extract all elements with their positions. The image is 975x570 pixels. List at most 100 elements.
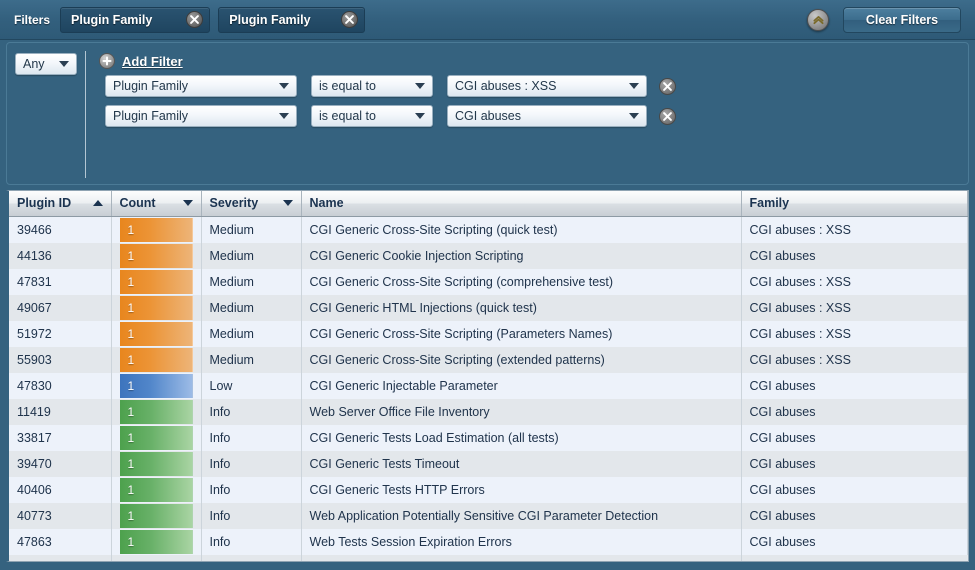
cell-plugin-id: 47863 [9, 528, 112, 555]
column-header-severity[interactable]: Severity [201, 191, 302, 217]
filter-row-1-field-value: Plugin Family [113, 79, 189, 93]
filter-row-1-operator-select[interactable]: is equal to [311, 75, 433, 97]
cell-family: CGI abuses : XSS [741, 294, 968, 321]
filters-toolbar: Filters Plugin Family Plugin Family Clea… [0, 0, 975, 40]
filler-cell [201, 554, 302, 561]
chevron-down-icon [629, 83, 639, 89]
filter-chip-1-label: Plugin Family [71, 12, 153, 27]
cell-plugin-id: 47831 [9, 268, 112, 295]
add-filter-link[interactable]: Add Filter [122, 54, 183, 69]
column-header-plugin-id-label: Plugin ID [17, 196, 72, 211]
match-mode-select[interactable]: Any [15, 53, 77, 75]
filter-row-2-remove-icon[interactable] [659, 107, 676, 125]
cell-name: CGI Generic Cross-Site Scripting (quick … [301, 216, 742, 243]
cell-plugin-id: 40773 [9, 502, 112, 529]
table-row[interactable]: 11419 1 Info Web Server Office File Invento… [9, 398, 968, 425]
panel-divider [85, 51, 86, 178]
cell-severity: Info [201, 450, 302, 477]
filter-row-2-value-select[interactable]: CGI abuses [447, 105, 647, 127]
cell-name: CGI Generic Injectable Parameter [301, 372, 742, 399]
cell-name: CGI Generic Cross-Site Scripting (compre… [301, 268, 742, 295]
filter-chip-1-remove-icon[interactable] [186, 11, 204, 28]
cell-family: CGI abuses [741, 502, 968, 529]
cell-severity: Medium [201, 346, 302, 373]
table-row[interactable]: 44136 1 Medium CGI Generic Cookie Injection… [9, 242, 968, 269]
cell-severity: Low [201, 372, 302, 399]
cell-family: CGI abuses [741, 450, 968, 477]
cell-plugin-id: 55903 [9, 346, 112, 373]
add-filter-row: Add Filter [99, 53, 968, 69]
table-row[interactable]: 39470 1 Info CGI Generic Tests Timeout CGI a… [9, 450, 968, 477]
cell-count: 1 [111, 346, 202, 373]
cell-family: CGI abuses [741, 476, 968, 503]
filter-chip-2-remove-icon[interactable] [340, 11, 358, 28]
cell-family: CGI abuses [741, 398, 968, 425]
column-header-family[interactable]: Family [741, 191, 968, 217]
table-row[interactable]: 47831 1 Medium CGI Generic Cross-Site Scrip… [9, 268, 968, 295]
cell-plugin-id: 39470 [9, 450, 112, 477]
count-bar: 1 [119, 451, 193, 476]
chevron-down-icon [415, 113, 425, 119]
table-row[interactable]: 51972 1 Medium CGI Generic Cross-Site Scrip… [9, 320, 968, 347]
cell-count: 1 [111, 372, 202, 399]
chevron-up-circle-icon[interactable] [807, 8, 829, 31]
cell-plugin-id: 49067 [9, 294, 112, 321]
clear-filters-button[interactable]: Clear Filters [843, 6, 961, 33]
cell-count: 1 [111, 216, 202, 243]
filter-chip-1[interactable]: Plugin Family [60, 6, 211, 33]
table-row[interactable]: 49067 1 Medium CGI Generic HTML Injections … [9, 294, 968, 321]
table-row[interactable]: 40406 1 Info CGI Generic Tests HTTP Errors C… [9, 476, 968, 503]
cell-severity: Medium [201, 294, 302, 321]
sort-asc-icon [92, 200, 103, 207]
table-row[interactable]: 39466 1 Medium CGI Generic Cross-Site Scrip… [9, 216, 968, 243]
chevron-down-icon [415, 83, 425, 89]
cell-name: CGI Generic HTML Injections (quick test) [301, 294, 742, 321]
cell-name: Web Application Potentially Sensitive CG… [301, 502, 742, 529]
count-bar: 1 [119, 269, 193, 294]
cell-count: 1 [111, 268, 202, 295]
cell-plugin-id: 44136 [9, 242, 112, 269]
match-mode-area: Any [7, 43, 85, 184]
filter-row-1-operator-value: is equal to [319, 79, 376, 93]
column-header-count-label: Count [119, 196, 156, 211]
column-header-plugin-id[interactable]: Plugin ID [9, 191, 112, 217]
cell-count: 1 [111, 502, 202, 529]
filter-row-1-value-select[interactable]: CGI abuses : XSS [447, 75, 647, 97]
count-bar: 1 [119, 399, 193, 424]
cell-count: 1 [111, 242, 202, 269]
cell-name: CGI Generic Cookie Injection Scripting [301, 242, 742, 269]
filter-chip-2[interactable]: Plugin Family [218, 6, 365, 33]
cell-name: CGI Generic Tests Load Estimation (all t… [301, 424, 742, 451]
count-bar: 1 [119, 373, 193, 398]
cell-family: CGI abuses [741, 424, 968, 451]
sort-desc-icon [182, 200, 193, 207]
filter-row-2-field-value: Plugin Family [113, 109, 189, 123]
filter-row-2-field-select[interactable]: Plugin Family [105, 105, 297, 127]
count-bar: 1 [119, 347, 193, 372]
filter-row-2-operator-select[interactable]: is equal to [311, 105, 433, 127]
table-row[interactable]: 33817 1 Info CGI Generic Tests Load Estimat… [9, 424, 968, 451]
filter-rows-area: Add Filter Plugin Family is equal to CGI… [85, 43, 968, 184]
column-header-name[interactable]: Name [301, 191, 742, 217]
results-table-container: Plugin ID Count Severity Name Family 394… [6, 190, 969, 562]
cell-name: CGI Generic Cross-Site Scripting (Parame… [301, 320, 742, 347]
cell-family: CGI abuses [741, 372, 968, 399]
cell-severity: Info [201, 424, 302, 451]
filters-label: Filters [14, 12, 51, 27]
filter-row-1-remove-icon[interactable] [659, 77, 676, 95]
cell-count: 1 [111, 528, 202, 555]
table-row[interactable]: 55903 1 Medium CGI Generic Cross-Site Scrip… [9, 346, 968, 373]
sort-desc-icon [282, 200, 293, 207]
table-row[interactable]: 40773 1 Info Web Application Potentially Se… [9, 502, 968, 529]
filter-row-1-field-select[interactable]: Plugin Family [105, 75, 297, 97]
cell-family: CGI abuses : XSS [741, 216, 968, 243]
filler-cell [301, 554, 742, 561]
count-bar: 1 [119, 425, 193, 450]
count-bar: 1 [119, 321, 193, 346]
cell-plugin-id: 51972 [9, 320, 112, 347]
cell-name: Web Tests Session Expiration Errors [301, 528, 742, 555]
table-row[interactable]: 47863 1 Info Web Tests Session Expiration E… [9, 528, 968, 555]
column-header-count[interactable]: Count [111, 191, 202, 217]
table-row[interactable]: 47830 1 Low CGI Generic Injectable Paramete… [9, 372, 968, 399]
plus-circle-icon[interactable] [99, 53, 115, 69]
